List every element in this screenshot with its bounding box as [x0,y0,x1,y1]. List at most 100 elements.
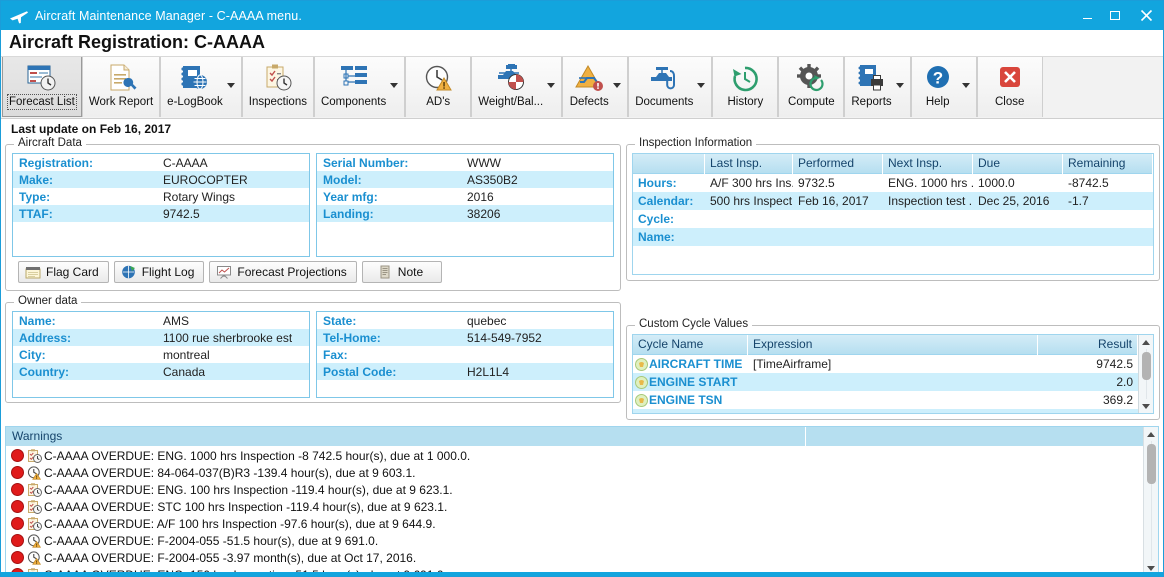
toolbar-button-documents[interactable]: Documents [628,57,713,117]
field-label: Postal Code: [323,364,397,379]
column-header[interactable]: Next Insp. [883,153,973,174]
warning-row[interactable]: C-AAAA OVERDUE: F-2004-055 -51.5 hour(s)… [6,532,1143,549]
field-row[interactable]: Address: 1100 rue sherbrooke est [13,329,309,346]
toolbar-button-compute[interactable]: Compute [778,57,845,117]
column-header[interactable]: Performed [793,153,883,174]
toolbar-button-help[interactable]: ? Help [910,57,977,117]
field-row[interactable]: Model: AS350B2 [317,171,613,188]
chevron-down-icon[interactable] [895,83,904,88]
toolbar-button-inspections[interactable]: Inspections [241,57,314,117]
scroll-thumb[interactable] [1142,352,1151,380]
cycle-name-cell: ENGINE TSN [633,391,748,409]
status-badge-overdue [11,551,24,564]
chevron-down-icon[interactable] [697,83,706,88]
maximize-button[interactable] [1101,1,1129,30]
warning-row[interactable]: C-AAAA OVERDUE: ENG. 100 hrs Inspection … [6,481,1143,498]
table-row[interactable]: ENGINE TSN 369.2 [633,391,1138,409]
toolbar-button-reports[interactable]: Reports [844,57,911,117]
toolbar-button-forecast-list[interactable]: Forecast List [2,57,82,117]
column-header[interactable]: Remaining [1063,153,1153,174]
field-row[interactable]: Make: EUROCOPTER [13,171,309,188]
chevron-down-icon[interactable] [613,83,622,88]
column-header[interactable]: Cycle Name [633,334,748,355]
toolbar-button-work-report[interactable]: Work Report [81,57,161,117]
warning-text: C-AAAA OVERDUE: A/F 100 hrs Inspection -… [44,516,436,531]
toolbar-label: Help [925,96,950,108]
chevron-down-icon[interactable] [390,83,399,88]
column-header[interactable]: Expression [748,334,1038,355]
field-row[interactable]: Postal Code: H2L1L4 [317,363,613,380]
chevron-down-icon[interactable] [961,83,970,88]
toolbar-button-e-logbook[interactable]: e-LogBook [160,57,242,117]
notebook-globe-icon [176,62,214,94]
notebook-printer-icon [853,62,891,94]
warnings-scrollbar[interactable] [1143,427,1158,575]
scroll-up-button[interactable] [1144,427,1159,441]
warning-row[interactable]: C-AAAA OVERDUE: ENG. 1000 hrs Inspection… [6,447,1143,464]
field-row[interactable]: Name: AMS [13,312,309,329]
toolbar-button-weight-balance[interactable]: Weight/Bal... [471,57,563,117]
flag-card-button[interactable]: Flag Card [18,261,109,283]
warning-row[interactable]: C-AAAA OVERDUE: A/F 100 hrs Inspection -… [6,515,1143,532]
cell-due: Dec 25, 2016 [978,194,1050,208]
cell-last-insp: 500 hrs Inspect... [710,194,793,208]
chevron-down-icon[interactable] [226,83,235,88]
field-row[interactable]: City: montreal [13,346,309,363]
field-row[interactable]: Fax: [317,346,613,363]
warning-row[interactable]: C-AAAA OVERDUE: 84-064-037(B)R3 -139.4 h… [6,464,1143,481]
scroll-down-button[interactable] [1139,399,1154,413]
toolbar-button-close[interactable]: Close [976,57,1043,117]
toolbar-button-defects[interactable]: Defects [562,57,629,117]
column-header[interactable]: Due [973,153,1063,174]
scroll-up-button[interactable] [1139,335,1154,349]
action-label: Forecast Projections [237,265,347,279]
warning-row[interactable]: C-AAAA OVERDUE: STC 100 hrs Inspection -… [6,498,1143,515]
table-row[interactable]: Hours: A/F 300 hrs Ins... 9732.5 ENG. 10… [633,174,1153,192]
cell-remaining: -1.7 [1068,194,1089,208]
table-header-row: Last Insp. Performed Next Insp. Due Rema… [633,153,1153,174]
toolbar-button-history[interactable]: History [712,57,779,117]
toolbar-button-components[interactable]: Components [313,57,406,117]
flag-card-icon [25,265,41,280]
table-row[interactable]: Calendar: 500 hrs Inspect... Feb 16, 201… [633,192,1153,210]
scroll-thumb[interactable] [1147,444,1156,484]
chevron-down-icon[interactable] [547,83,556,88]
field-row[interactable]: TTAF: 9742.5 [13,205,309,222]
field-label: Fax: [323,347,348,362]
application-window: Aircraft Maintenance Manager - C-AAAA me… [0,0,1164,577]
warning-row[interactable]: C-AAAA OVERDUE: F-2004-055 -3.97 month(s… [6,549,1143,566]
field-label: Landing: [323,206,374,221]
warnings-title[interactable]: Warnings [6,426,806,447]
toolbar-button-ads[interactable]: AD's [405,57,472,117]
minimize-button[interactable] [1073,1,1101,30]
flight-log-button[interactable]: Flight Log [113,261,205,283]
clipboard-clock-icon [27,516,42,531]
table-row[interactable]: AIRCRAFT TIME [TimeAirframe] 9742.5 [633,355,1138,373]
field-row[interactable]: State: quebec [317,312,613,329]
field-value: Canada [163,364,206,379]
toolbar-label: Documents [635,96,694,108]
field-row[interactable]: Year mfg: 2016 [317,188,613,205]
table-row[interactable]: Cycle: [633,210,1153,228]
field-row[interactable]: Country: Canada [13,363,309,380]
forecast-projections-button[interactable]: Forecast Projections [209,261,357,283]
clock-warning-icon [27,465,42,480]
table-row[interactable]: ENGINE START 2.0 [633,373,1138,391]
title-bar: Aircraft Maintenance Manager - C-AAAA me… [1,1,1163,30]
note-button[interactable]: Note [361,261,443,283]
table-row[interactable]: Name: [633,228,1153,246]
field-row[interactable]: Registration: C-AAAA [13,154,309,171]
column-header[interactable]: Last Insp. [705,153,793,174]
field-row[interactable]: Type: Rotary Wings [13,188,309,205]
window-title: Aircraft Maintenance Manager - C-AAAA me… [35,8,302,23]
cell-next-insp: ENG. 1000 hrs ... [888,176,973,190]
column-header[interactable]: Result [1038,334,1138,355]
field-row[interactable]: Tel-Home: 514-549-7952 [317,329,613,346]
custom-cycle-values-scrollbar[interactable] [1138,335,1153,413]
field-row[interactable]: Landing: 38206 [317,205,613,222]
field-row[interactable]: Serial Number: WWW [317,154,613,171]
clipboard-clock-icon [27,482,42,497]
close-window-button[interactable] [1129,1,1163,30]
column-header[interactable] [633,153,705,174]
aircraft-data-right-panel: Serial Number: WWW Model: AS350B2 Year m… [316,153,614,257]
